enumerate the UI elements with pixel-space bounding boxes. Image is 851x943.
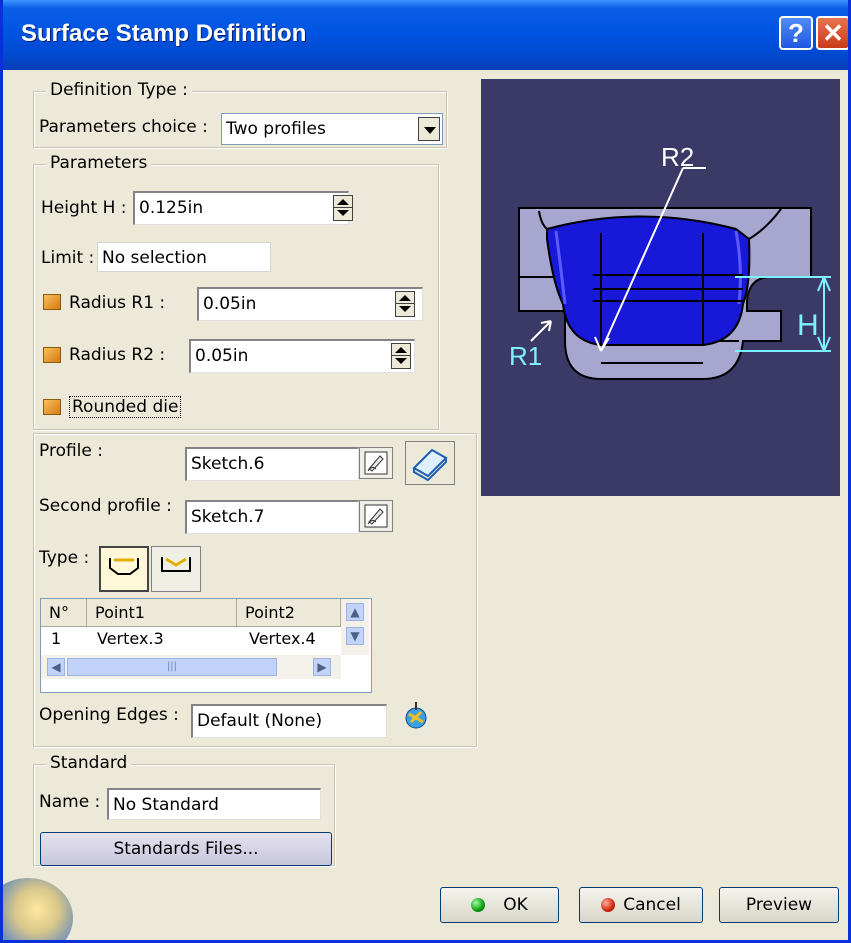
rounded-die-label[interactable]: Rounded die xyxy=(69,396,182,418)
scroll-up-icon[interactable]: ▲ xyxy=(346,603,364,621)
stamp-preview-image: R2 R1 H xyxy=(481,79,840,496)
radius-r1-checkbox[interactable] xyxy=(43,294,61,310)
sketch-icon xyxy=(364,451,388,475)
surface-select-button[interactable] xyxy=(405,441,455,485)
scroll-down-icon[interactable]: ▼ xyxy=(346,627,364,645)
second-sketch-edit-button[interactable] xyxy=(359,500,393,532)
height-label: Height H : xyxy=(41,198,127,218)
surface-icon xyxy=(412,448,448,482)
standard-name-input[interactable]: No Standard xyxy=(107,788,321,820)
table-header-point1[interactable]: Point1 xyxy=(87,599,237,627)
radius-r1-label: Radius R1 : xyxy=(69,293,166,313)
help-button[interactable]: ? xyxy=(779,16,813,50)
table-cell-point1: Vertex.3 xyxy=(97,629,164,648)
opening-edges-label: Opening Edges : xyxy=(39,705,179,725)
dialog-title: Surface Stamp Definition xyxy=(21,20,307,47)
edge-select-icon xyxy=(405,702,427,729)
radius-r2-spinner[interactable] xyxy=(391,343,411,369)
type-label: Type : xyxy=(39,548,90,568)
height-spinner[interactable] xyxy=(333,195,353,221)
profile-label: Profile : xyxy=(39,441,103,461)
second-profile-input[interactable]: Sketch.7 xyxy=(185,500,359,534)
opening-edges-input[interactable]: Default (None) xyxy=(191,704,387,738)
height-input[interactable]: 0.125in xyxy=(133,191,349,225)
opening-edges-button[interactable] xyxy=(401,700,431,734)
scroll-thumb[interactable]: ||| xyxy=(67,658,277,676)
horizontal-scrollbar[interactable]: ◀ ||| ▶ xyxy=(41,655,341,679)
type-option-2-button[interactable] xyxy=(151,546,201,592)
table-header-n[interactable]: N° xyxy=(41,599,87,627)
preview-label-h: H xyxy=(797,309,819,342)
name-label: Name : xyxy=(39,792,101,812)
ok-label: OK xyxy=(503,895,528,915)
title-bar[interactable]: Surface Stamp Definition ? ✕ xyxy=(3,0,848,70)
ok-button[interactable]: OK xyxy=(440,887,559,923)
profile-type-1-icon xyxy=(109,558,139,575)
dropdown-arrow-icon[interactable] xyxy=(418,117,440,141)
points-table[interactable]: N° Point1 Point2 1 Vertex.3 Vertex.4 ▲ ▼… xyxy=(40,598,372,693)
profile-type-2-icon xyxy=(161,557,191,572)
parameters-legend: Parameters xyxy=(46,153,152,173)
close-button[interactable]: ✕ xyxy=(816,16,848,50)
scroll-right-icon[interactable]: ▶ xyxy=(313,658,331,676)
sketch-edit-button[interactable] xyxy=(359,447,393,479)
rounded-die-checkbox[interactable] xyxy=(43,399,61,415)
sketch-icon xyxy=(364,504,388,528)
cancel-button[interactable]: Cancel xyxy=(579,887,703,923)
radius-r1-input[interactable]: 0.05in xyxy=(197,287,423,321)
radius-r2-label: Radius R2 : xyxy=(69,345,166,365)
decorative-corner-graphic xyxy=(3,878,73,940)
profile-input[interactable]: Sketch.6 xyxy=(185,447,359,481)
ok-icon xyxy=(471,898,486,912)
table-cell-point2: Vertex.4 xyxy=(249,629,316,648)
standards-files-button[interactable]: Standards Files... xyxy=(40,832,332,866)
preview-label-r1: R1 xyxy=(509,341,542,371)
limit-label: Limit : xyxy=(41,248,95,268)
type-option-1-button[interactable] xyxy=(99,546,149,592)
parameters-choice-value: Two profiles xyxy=(226,119,326,139)
table-header-point2[interactable]: Point2 xyxy=(237,599,341,627)
parameters-choice-select[interactable]: Two profiles xyxy=(221,113,443,145)
table-cell-n: 1 xyxy=(51,629,62,648)
radius-r1-spinner[interactable] xyxy=(395,291,415,317)
cancel-icon xyxy=(601,898,616,912)
second-profile-label: Second profile : xyxy=(39,496,172,516)
preview-button[interactable]: Preview xyxy=(719,887,839,923)
standard-legend: Standard xyxy=(46,753,132,773)
radius-r2-input[interactable]: 0.05in xyxy=(189,339,415,373)
radius-r2-checkbox[interactable] xyxy=(43,347,61,363)
preview-label-r2: R2 xyxy=(661,142,694,172)
stamp-diagram: R2 R1 H xyxy=(509,142,831,380)
definition-type-legend: Definition Type : xyxy=(46,80,192,100)
cancel-label: Cancel xyxy=(623,895,681,915)
vertical-scrollbar[interactable]: ▲ ▼ xyxy=(341,599,369,655)
parameters-choice-label: Parameters choice : xyxy=(39,117,208,137)
dialog-window: Surface Stamp Definition ? ✕ Definition … xyxy=(0,0,851,943)
limit-field[interactable]: No selection xyxy=(97,242,271,272)
scroll-left-icon[interactable]: ◀ xyxy=(47,658,65,676)
